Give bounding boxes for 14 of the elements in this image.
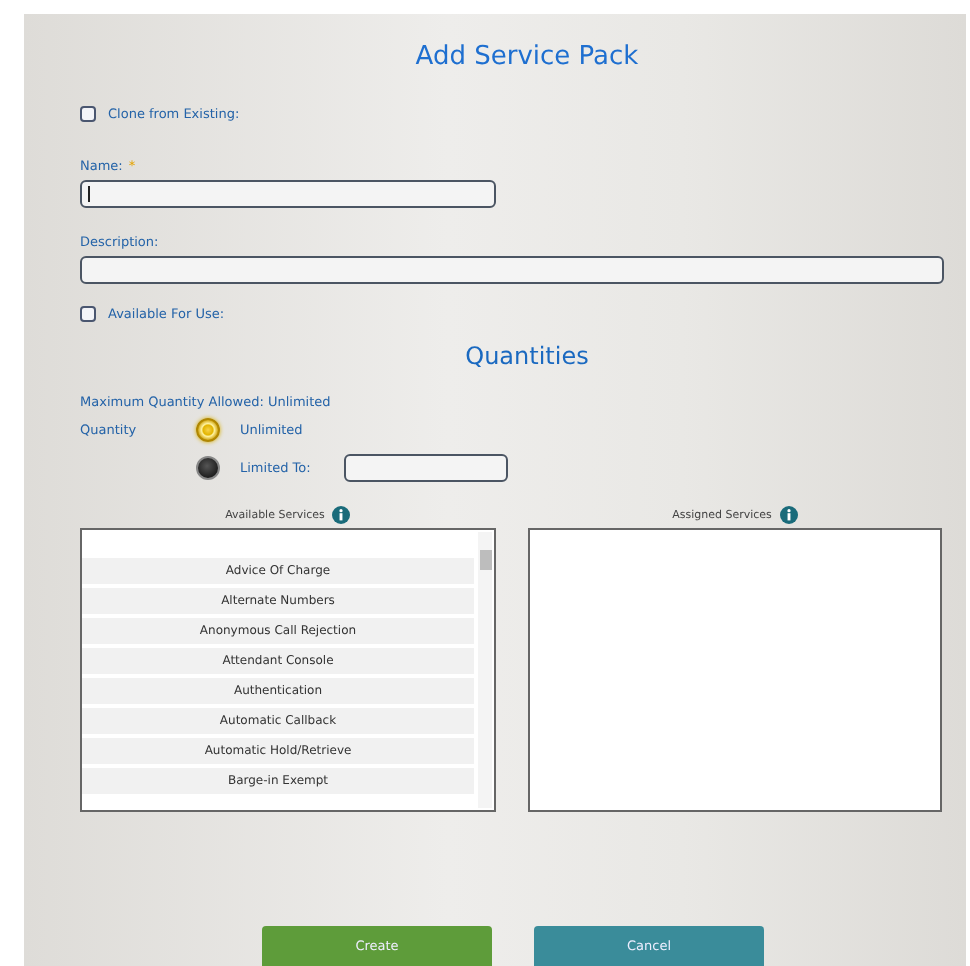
- input-field[interactable]: [80, 180, 496, 208]
- checkbox[interactable]: [80, 306, 96, 322]
- services-list[interactable]: [528, 528, 942, 812]
- scroll-thumb[interactable]: [480, 550, 492, 570]
- radio-button[interactable]: [196, 418, 220, 442]
- section-title: Quantities: [465, 342, 589, 370]
- dialog-title: Add Service Pack: [415, 42, 639, 72]
- scrollbar[interactable]: [478, 532, 492, 808]
- input-field[interactable]: [80, 256, 944, 284]
- checkbox[interactable]: [80, 106, 96, 122]
- info-icon[interactable]: [779, 506, 798, 524]
- input-field[interactable]: [344, 454, 508, 482]
- info-icon[interactable]: [332, 506, 351, 524]
- radio-button[interactable]: [196, 456, 220, 480]
